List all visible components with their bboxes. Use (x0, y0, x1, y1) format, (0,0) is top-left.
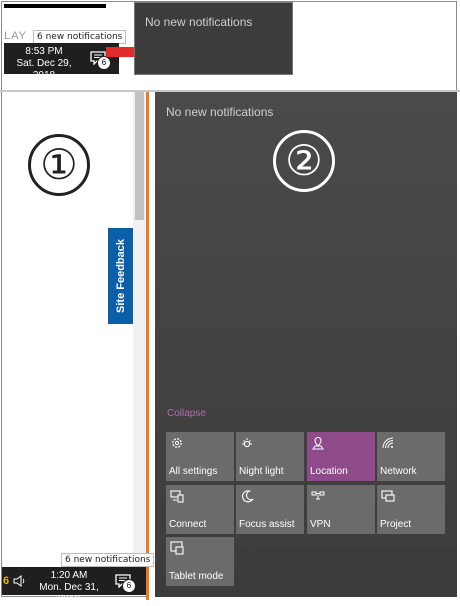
marker-two: ② (273, 130, 335, 192)
partial-heading: LAY (4, 30, 27, 42)
tile-project[interactable]: Project (377, 485, 445, 534)
vpn-icon (311, 491, 325, 500)
tile-all-settings[interactable]: All settings (166, 432, 234, 481)
focus-assist-icon (242, 490, 254, 503)
clock-time: 8:53 PM (25, 46, 63, 57)
location-icon (312, 436, 324, 450)
tablet-mode-icon (170, 541, 184, 555)
taskbar-bottom: 6 1:20 AM Mon. Dec 31, 2018 6 (2, 567, 146, 605)
taskbar-clock-bottom[interactable]: 1:20 AM Mon. Dec 31, 2018 (28, 570, 110, 606)
notification-panel-preview: No new notifications (134, 2, 293, 75)
project-icon (381, 490, 395, 502)
clock-time: 1:20 AM (50, 570, 88, 581)
settings-icon (172, 438, 182, 448)
tile-label: Tablet mode (169, 571, 224, 582)
scrollbar-thumb[interactable] (135, 92, 144, 220)
tile-label: VPN (310, 519, 331, 530)
taskbar-clock[interactable]: 8:53 PM Sat. Dec 29, 2018 (4, 46, 84, 82)
tile-label: Project (380, 519, 412, 530)
night-light-icon (242, 438, 252, 448)
tile-label: Network (380, 466, 417, 477)
action-center-button-bottom[interactable]: 6 (115, 574, 136, 593)
tile-connect[interactable]: Connect (166, 485, 234, 534)
notification-count-badge: 6 (122, 579, 136, 593)
action-center-panel: No new notifications ② Collapse All sett… (155, 92, 457, 597)
tile-focus-assist[interactable]: Focus assist (236, 485, 304, 534)
tile-network[interactable]: Network (377, 432, 445, 481)
site-feedback-button[interactable]: Site Feedback (108, 228, 133, 324)
edge-number: 6 (3, 575, 10, 587)
preview-panel-title: No new notifications (145, 15, 253, 29)
clock-date: Sat. Dec 29, 2018 (16, 58, 72, 81)
site-feedback-label: Site Feedback (114, 239, 127, 313)
clock-date: Mon. Dec 31, 2018 (39, 582, 99, 605)
tile-label: Focus assist (239, 519, 295, 530)
tile-label: Location (310, 466, 348, 477)
speaker-icon[interactable] (13, 575, 27, 587)
tile-label: Connect (169, 519, 207, 530)
tile-label: Night light (239, 466, 284, 477)
tile-vpn[interactable]: VPN (307, 485, 375, 534)
tile-tablet-mode[interactable]: Tablet mode (166, 537, 234, 586)
connect-icon (170, 490, 184, 503)
notification-tooltip-bottom: 6 new notifications (61, 553, 155, 567)
top-black-bar (4, 4, 106, 8)
network-icon (382, 437, 394, 449)
tile-location[interactable]: Location (307, 432, 375, 481)
taskbar-top: 8:53 PM Sat. Dec 29, 2018 6 (4, 43, 119, 81)
marker-one: ① (28, 134, 90, 196)
tile-label: All settings (169, 466, 218, 477)
action-center-title: No new notifications (166, 105, 274, 119)
tile-night-light[interactable]: Night light (236, 432, 304, 481)
collapse-link[interactable]: Collapse (167, 408, 206, 419)
